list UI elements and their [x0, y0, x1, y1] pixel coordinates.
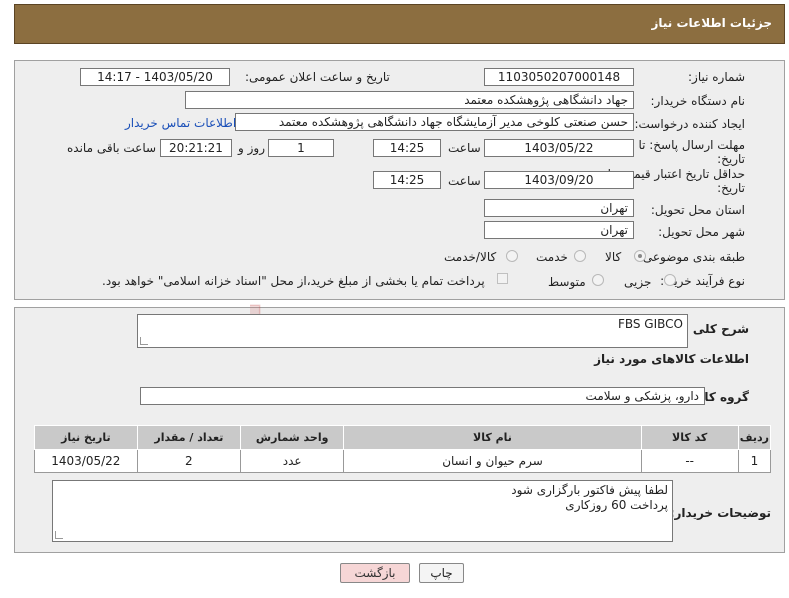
buyer-notes-line2: پرداخت 60 روزکاری	[565, 498, 668, 512]
purchase-minor-label: جزیی	[624, 275, 652, 289]
announce-datetime-field: 1403/05/20 - 14:17	[80, 68, 230, 86]
goods-table: ردیف کد کالا نام کالا واحد شمارش تعداد /…	[34, 425, 772, 473]
remaining-time-field: 20:21:21	[160, 139, 232, 157]
province-field: تهران	[484, 199, 634, 217]
goods-info-title: اطلاعات کالاهای مورد نیاز	[594, 352, 749, 366]
buyer-notes-line1: لطفا پیش فاکتور بارگزاری شود	[511, 483, 668, 497]
col-unit: واحد شمارش	[239, 425, 345, 450]
cell-row: 1	[737, 449, 772, 473]
category-goods-service-radio[interactable]	[506, 250, 518, 262]
category-goods-label: کالا	[605, 250, 622, 264]
page-header: جزئیات اطلاعات نیاز	[14, 4, 785, 44]
cell-code: --	[640, 449, 739, 473]
validity-time-field: 14:25	[373, 171, 441, 189]
cell-unit: عدد	[239, 449, 345, 473]
table-row: 1 -- سرم حیوان و انسان عدد 2 1403/05/22	[34, 449, 772, 473]
deadline-days-field: 1	[268, 139, 334, 157]
category-label: طبقه بندی موضوعی:	[638, 250, 745, 264]
cell-name: سرم حیوان و انسان	[343, 449, 642, 473]
purchase-medium-label: متوسط	[548, 275, 586, 289]
deadline-label: مهلت ارسال پاسخ: تا	[638, 138, 745, 152]
validity-time-label: ساعت	[448, 174, 481, 188]
category-goods-service-label: کالا/خدمت	[444, 250, 497, 264]
print-button[interactable]: چاپ	[419, 563, 464, 583]
category-service-radio[interactable]	[574, 250, 586, 262]
page-title: جزئیات اطلاعات نیاز	[651, 16, 772, 30]
announce-datetime-label: تاریخ و ساعت اعلان عمومی:	[245, 70, 390, 84]
back-button[interactable]: بازگشت	[340, 563, 410, 583]
cell-qty: 2	[136, 449, 241, 473]
remaining-label: ساعت باقی مانده	[67, 141, 157, 155]
city-field: تهران	[484, 221, 634, 239]
buyer-notes-label: توضیحات خریدار:	[669, 506, 771, 520]
buyer-org-field: جهاد دانشگاهی پژوهشکده معتمد	[185, 91, 634, 109]
deadline-time-field: 14:25	[373, 139, 441, 157]
col-row: ردیف	[737, 425, 772, 450]
need-number-field: 1103050207000148	[484, 68, 634, 86]
col-date: تاریخ نیاز	[34, 425, 138, 450]
purchase-minor-radio[interactable]	[664, 274, 676, 286]
goods-group-field: دارو، پزشکی و سلامت	[140, 387, 705, 405]
col-name: نام کالا	[343, 425, 642, 450]
treasury-payment-checkbox[interactable]	[497, 273, 508, 284]
deadline-label-date: تاریخ:	[717, 152, 745, 166]
province-label: استان محل تحویل:	[650, 203, 745, 217]
buyer-org-label: نام دستگاه خریدار:	[650, 94, 746, 108]
buyer-contact-link[interactable]: اطلاعات تماس خریدار	[125, 116, 236, 130]
creator-label: ایجاد کننده درخواست:	[634, 117, 745, 131]
purchase-medium-radio[interactable]	[592, 274, 604, 286]
deadline-time-label: ساعت	[448, 141, 481, 155]
description-text: FBS GIBCO	[617, 317, 683, 331]
deadline-date-field: 1403/05/22	[484, 139, 634, 157]
description-field: FBS GIBCO	[137, 314, 688, 348]
resize-grip-icon[interactable]	[55, 531, 63, 539]
validity-date-field: 1403/09/20	[484, 171, 634, 189]
days-label: روز و	[238, 141, 265, 155]
table-header-row: ردیف کد کالا نام کالا واحد شمارش تعداد /…	[34, 425, 772, 450]
validity-label-date: تاریخ:	[717, 181, 745, 195]
cell-date: 1403/05/22	[34, 449, 138, 473]
creator-field: حسن صنعتی کلوخی مدیر آزمایشگاه جهاد دانش…	[235, 113, 634, 131]
need-number-label: شماره نیاز:	[688, 70, 745, 84]
col-qty: تعداد / مقدار	[136, 425, 241, 450]
treasury-payment-note: پرداخت تمام یا بخشی از مبلغ خرید،از محل …	[102, 274, 485, 288]
city-label: شهر محل تحویل:	[658, 225, 745, 239]
col-code: کد کالا	[640, 425, 739, 450]
resize-grip-icon[interactable]	[140, 337, 148, 345]
buyer-notes-field: لطفا پیش فاکتور بارگزاری شود پرداخت 60 ر…	[52, 480, 673, 542]
category-service-label: خدمت	[536, 250, 568, 264]
category-goods-radio[interactable]	[634, 250, 646, 262]
